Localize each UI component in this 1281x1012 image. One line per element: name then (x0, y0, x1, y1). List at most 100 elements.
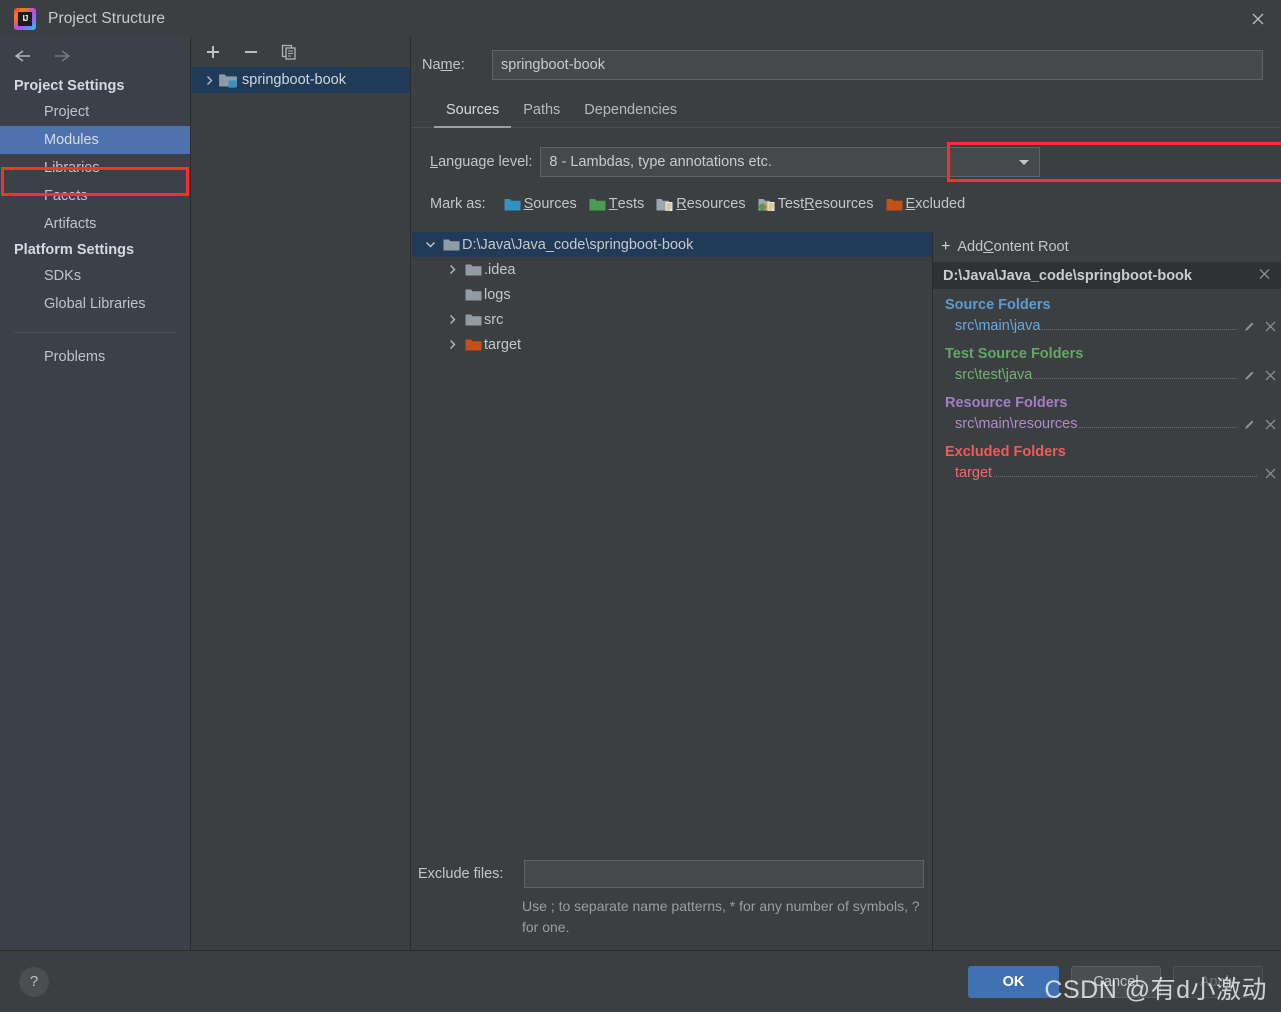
language-level-select[interactable]: 8 - Lambdas, type annotations etc. (540, 147, 1041, 177)
folder-resources-icon (656, 197, 673, 212)
excluded-folder-entry[interactable]: target (945, 461, 1281, 485)
sidebar-item-artifacts[interactable]: Artifacts (0, 210, 190, 238)
tree-row[interactable]: target (412, 332, 932, 357)
title-bar: IJ Project Structure (0, 0, 1281, 37)
source-folder-entry[interactable]: src\main\java (945, 314, 1281, 338)
source-folders-group: Source Folders src\main\java (933, 289, 1281, 338)
tree-row[interactable]: src (412, 307, 932, 332)
module-icon (218, 71, 238, 89)
language-level-row: Language level: 8 - Lambdas, type annota… (412, 142, 1281, 182)
mark-as-tests-button[interactable]: Tests (589, 196, 644, 212)
folder-tests-icon (589, 197, 606, 212)
chevron-right-icon[interactable] (442, 339, 462, 350)
intellij-idea-icon: IJ (14, 7, 36, 30)
remove-test-source-folder-icon[interactable] (1259, 369, 1281, 382)
excluded-folder-path: target (955, 465, 993, 481)
sidebar-item-problems[interactable]: Problems (0, 343, 190, 371)
plus-icon: + (941, 238, 951, 255)
chevron-right-icon[interactable] (200, 75, 218, 86)
remove-module-button[interactable] (240, 41, 262, 63)
dialog-buttons: OK Cancel Apply (968, 965, 1263, 998)
tree-row[interactable]: logs (412, 282, 932, 307)
language-level-value: 8 - Lambdas, type annotations etc. (549, 154, 772, 170)
folder-test-resources-icon (758, 197, 775, 212)
forward-arrow-icon[interactable] (52, 45, 74, 67)
excluded-folders-group: Excluded Folders target (933, 436, 1281, 485)
mark-as-test-resources-button[interactable]: Test Resources (758, 196, 874, 212)
cancel-button[interactable]: Cancel (1071, 965, 1161, 998)
add-module-button[interactable] (202, 41, 224, 63)
edit-pencil-icon[interactable] (1239, 418, 1259, 431)
chevron-right-icon[interactable] (442, 314, 462, 325)
folder-icon (462, 288, 484, 302)
back-arrow-icon[interactable] (11, 45, 33, 67)
exclude-files-hint: Use ; to separate name patterns, * for a… (522, 898, 920, 935)
mark-as-resources-button[interactable]: Resources (656, 196, 746, 212)
sources-panes: D:\Java\Java_code\springboot-book .idea (412, 232, 1281, 950)
tab-paths[interactable]: Paths (511, 102, 572, 127)
remove-resource-folder-icon[interactable] (1259, 418, 1281, 431)
modules-toolbar (192, 37, 410, 67)
folder-icon (462, 313, 484, 327)
excluded-folders-title: Excluded Folders (945, 444, 1066, 460)
chevron-right-icon[interactable] (442, 264, 462, 275)
copy-module-button[interactable] (278, 41, 300, 63)
folder-excluded-icon (886, 197, 903, 212)
module-name-input[interactable] (492, 50, 1263, 80)
sidebar-group-platform-settings: Platform Settings (14, 242, 135, 258)
edit-pencil-icon[interactable] (1239, 369, 1259, 382)
remove-excluded-folder-icon[interactable] (1259, 467, 1281, 480)
module-name-row: Name: (412, 48, 1281, 82)
edit-pencil-icon[interactable] (1239, 320, 1259, 333)
folder-icon (462, 263, 484, 277)
tab-sources[interactable]: Sources (434, 102, 512, 128)
tree-row-label: src (484, 311, 504, 328)
content-root-path: D:\Java\Java_code\springboot-book (943, 267, 1192, 284)
sidebar-item-facets[interactable]: Facets (0, 182, 190, 210)
remove-source-folder-icon[interactable] (1259, 320, 1281, 333)
content-roots-pane: + Add Content Root D:\Java\Java_code\spr… (933, 232, 1281, 950)
dotted-leader (1079, 416, 1237, 428)
settings-sidebar: Project Settings Project Modules Librari… (0, 37, 191, 950)
folder-icon (440, 238, 462, 252)
module-editor: Name: Sources Paths Dependencies Languag… (412, 37, 1281, 950)
help-button[interactable]: ? (19, 966, 49, 997)
exclude-files-input[interactable] (524, 860, 924, 888)
test-source-folder-entry[interactable]: src\test\java (945, 363, 1281, 387)
dialog-footer: ? OK Cancel Apply (0, 950, 1281, 1012)
resource-folder-path: src\main\resources (955, 416, 1078, 432)
sidebar-item-libraries[interactable]: Libraries (0, 154, 190, 182)
ok-button[interactable]: OK (968, 965, 1059, 998)
resource-folder-entry[interactable]: src\main\resources (945, 412, 1281, 436)
mark-as-row: Mark as: Sources Tests R esources Test R… (412, 190, 1281, 218)
close-icon[interactable] (1235, 0, 1281, 37)
dotted-leader (1034, 367, 1237, 379)
resource-folders-title: Resource Folders (945, 395, 1068, 411)
sidebar-item-sdks[interactable]: SDKs (0, 262, 190, 290)
mark-as-excluded-button[interactable]: Excluded (886, 196, 965, 212)
mark-as-sources-button[interactable]: Sources (504, 196, 577, 212)
tree-row[interactable]: D:\Java\Java_code\springboot-book (412, 232, 932, 257)
source-folders-title: Source Folders (945, 297, 1051, 313)
module-list-item[interactable]: springboot-book (192, 67, 410, 93)
sidebar-item-global-libraries[interactable]: Global Libraries (0, 290, 190, 318)
sidebar-item-modules[interactable]: Modules (0, 126, 190, 154)
test-source-folders-group: Test Source Folders src\test\java (933, 338, 1281, 387)
modules-panel: springboot-book (192, 37, 411, 950)
mark-as-label: Mark as: (430, 196, 486, 212)
sidebar-divider (14, 332, 176, 333)
tab-dependencies[interactable]: Dependencies (572, 102, 689, 127)
chevron-down-icon (1018, 154, 1030, 170)
chevron-down-icon[interactable] (420, 239, 440, 250)
module-name: springboot-book (242, 72, 346, 88)
remove-content-root-icon[interactable] (1258, 267, 1271, 284)
module-tabs: Sources Paths Dependencies (412, 90, 1281, 128)
sidebar-item-project[interactable]: Project (0, 98, 190, 126)
window-title: Project Structure (48, 9, 166, 27)
apply-button[interactable]: Apply (1173, 965, 1263, 998)
tree-row-label: D:\Java\Java_code\springboot-book (462, 236, 694, 253)
tree-row[interactable]: .idea (412, 257, 932, 282)
tree-row-label: logs (484, 286, 511, 303)
add-content-root-button[interactable]: + Add Content Root (933, 232, 1281, 262)
content-tree-pane: D:\Java\Java_code\springboot-book .idea (412, 232, 933, 950)
